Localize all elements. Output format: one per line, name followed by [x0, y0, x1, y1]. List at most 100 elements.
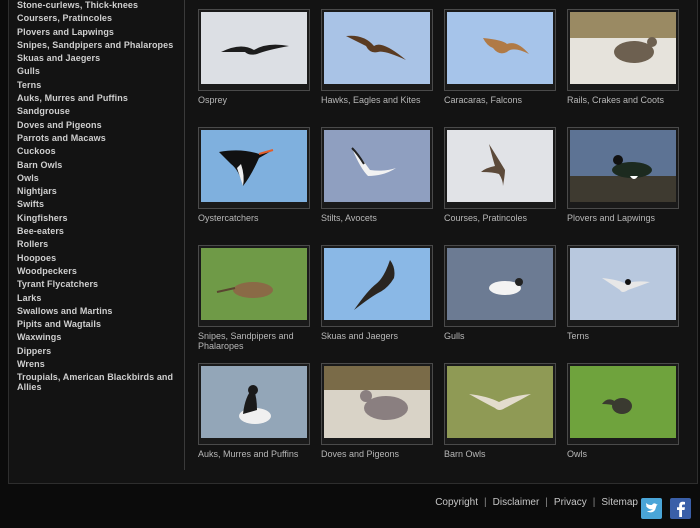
gallery-thumbnail[interactable]: [444, 127, 556, 209]
gallery-thumbnail[interactable]: [567, 9, 679, 91]
gallery-caption: Courses, Pratincoles: [444, 213, 528, 223]
gallery-caption: Snipes, Sandpipers and Phalaropes: [198, 331, 294, 351]
rail-photo: [570, 12, 676, 84]
footer-link-privacy[interactable]: Privacy: [554, 497, 587, 508]
gallery-thumbnail[interactable]: [321, 9, 433, 91]
gallery-caption: Doves and Pigeons: [321, 449, 400, 459]
bird-photo: [324, 248, 430, 320]
gallery-caption: Rails, Crakes and Coots: [567, 95, 665, 105]
twitter-icon[interactable]: [641, 498, 662, 519]
gallery-thumbnail[interactable]: [198, 363, 310, 445]
owl-photo: [570, 366, 676, 438]
gallery-thumbnail[interactable]: [567, 127, 679, 209]
pratincole-photo: [447, 130, 553, 202]
sidebar-item[interactable]: Stone-curlews, Thick-knees: [17, 0, 177, 10]
sidebar-item[interactable]: Woodpeckers: [17, 266, 177, 276]
bird-photo: [570, 12, 676, 84]
gallery-caption: Plovers and Lapwings: [567, 213, 656, 223]
footer-separator: |: [484, 497, 487, 508]
gallery-caption: Barn Owls: [444, 449, 486, 459]
sidebar-item[interactable]: Hoopoes: [17, 253, 177, 263]
gallery-caption: Hawks, Eagles and Kites: [321, 95, 421, 105]
gallery-thumbnail[interactable]: [321, 245, 433, 327]
gallery-thumbnail[interactable]: [198, 9, 310, 91]
gallery-thumbnail[interactable]: [198, 245, 310, 327]
bird-photo: [447, 12, 553, 84]
gallery-thumbnail[interactable]: [444, 363, 556, 445]
sidebar-item[interactable]: Snipes, Sandpipers and Phalaropes: [17, 40, 177, 50]
footer-links: Copyright | Disclaimer | Privacy | Sitemap: [435, 497, 638, 508]
footer-link-copyright[interactable]: Copyright: [435, 497, 478, 508]
sidebar-item[interactable]: Owls: [17, 173, 177, 183]
barn-owl-photo: [447, 366, 553, 438]
facebook-f-glyph: [677, 501, 685, 517]
footer-separator: |: [592, 497, 596, 508]
bird-photo: [570, 366, 676, 438]
sidebar-item[interactable]: Rollers: [17, 239, 177, 249]
sidebar-item[interactable]: Sandgrouse: [17, 106, 177, 116]
footer-link-sitemap[interactable]: Sitemap: [601, 497, 638, 508]
sidebar-item[interactable]: Coursers, Pratincoles: [17, 13, 177, 23]
falcon-photo: [447, 12, 553, 84]
gallery-thumbnail[interactable]: [321, 363, 433, 445]
sidebar-item[interactable]: Parrots and Macaws: [17, 133, 177, 143]
gallery-thumbnail[interactable]: [567, 363, 679, 445]
murre-photo: [201, 366, 307, 438]
lapwing-photo: [570, 130, 676, 202]
bird-photo: [447, 248, 553, 320]
dove-photo: [324, 366, 430, 438]
gallery-caption: Caracaras, Falcons: [444, 95, 523, 105]
sidebar-item[interactable]: Auks, Murres and Puffins: [17, 93, 177, 103]
footer-link-disclaimer[interactable]: Disclaimer: [493, 497, 540, 508]
bird-photo: [324, 366, 430, 438]
sidebar-item[interactable]: Nightjars: [17, 186, 177, 196]
gallery-caption: Terns: [567, 331, 590, 341]
gallery-thumbnail[interactable]: [444, 9, 556, 91]
bird-photo: [447, 366, 553, 438]
sidebar-item[interactable]: Cuckoos: [17, 146, 177, 156]
bird-photo: [324, 12, 430, 84]
gallery-caption: Skuas and Jaegers: [321, 331, 399, 341]
gallery-thumbnail[interactable]: [567, 245, 679, 327]
skua-photo: [324, 248, 430, 320]
osprey-photo: [201, 12, 307, 84]
sidebar-item[interactable]: Plovers and Lapwings: [17, 27, 177, 37]
sidebar-item[interactable]: Terns: [17, 80, 177, 90]
bird-photo: [324, 130, 430, 202]
bird-photo: [570, 248, 676, 320]
sidebar-item[interactable]: Gulls: [17, 66, 177, 76]
gallery-thumbnail[interactable]: [198, 127, 310, 209]
gallery-caption: Osprey: [198, 95, 228, 105]
bird-photo: [201, 130, 307, 202]
sidebar-item[interactable]: Swifts: [17, 199, 177, 209]
sidebar-item[interactable]: Kingfishers: [17, 213, 177, 223]
sidebar-item[interactable]: Swallows and Martins: [17, 306, 177, 316]
sidebar-item[interactable]: Skuas and Jaegers: [17, 53, 177, 63]
sidebar-item[interactable]: Troupials, American Blackbirds and Allie…: [17, 372, 177, 392]
oystercatcher-photo: [201, 130, 307, 202]
footer-separator: |: [545, 497, 548, 508]
tern-photo: [570, 248, 676, 320]
bird-photo: [447, 130, 553, 202]
sidebar-item[interactable]: Pipits and Wagtails: [17, 319, 177, 329]
sidebar-divider: [184, 0, 185, 470]
sidebar-item[interactable]: Bee-eaters: [17, 226, 177, 236]
bird-photo: [570, 130, 676, 202]
snipe-photo: [201, 248, 307, 320]
sidebar-item[interactable]: Wrens: [17, 359, 177, 369]
sidebar-item[interactable]: Larks: [17, 293, 177, 303]
kite-photo: [324, 12, 430, 84]
bird-photo: [201, 248, 307, 320]
gallery-caption: Auks, Murres and Puffins: [198, 449, 299, 459]
sidebar-item[interactable]: Waxwings: [17, 332, 177, 342]
sidebar-item[interactable]: Doves and Pigeons: [17, 120, 177, 130]
gallery-thumbnail[interactable]: [444, 245, 556, 327]
facebook-icon[interactable]: [670, 498, 691, 519]
gallery-caption: Gulls: [444, 331, 465, 341]
gallery-caption: Stilts, Avocets: [321, 213, 377, 223]
sidebar-item[interactable]: Barn Owls: [17, 160, 177, 170]
sidebar-item[interactable]: Dippers: [17, 346, 177, 356]
sidebar-item[interactable]: Tyrant Flycatchers: [17, 279, 177, 289]
gallery-thumbnail[interactable]: [321, 127, 433, 209]
avocet-photo: [324, 130, 430, 202]
